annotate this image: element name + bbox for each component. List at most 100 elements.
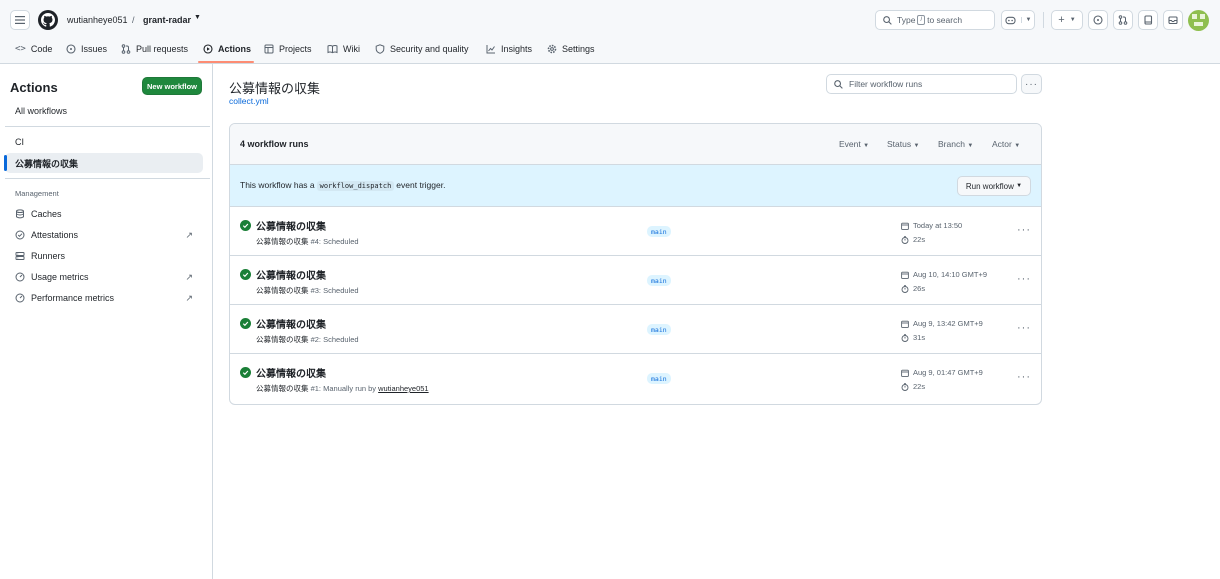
- run-subtitle: 公募情報の収集 #2: Scheduled: [256, 335, 359, 344]
- copilot-button[interactable]: ▼: [1001, 10, 1035, 30]
- repositories-button[interactable]: [1138, 10, 1158, 30]
- branch-badge[interactable]: main: [647, 324, 671, 335]
- tab-code-label: Code: [30, 44, 53, 54]
- issues-button[interactable]: [1088, 10, 1108, 30]
- repo-caret-icon[interactable]: ▼: [194, 14, 201, 21]
- caret-down-icon: ▼: [1014, 143, 1021, 149]
- sidebar-item-performance-metrics[interactable]: Performance metrics ↗: [5, 288, 203, 308]
- run-more-button[interactable]: ···: [1017, 273, 1031, 285]
- tab-security[interactable]: Security and quality: [375, 38, 469, 60]
- new-workflow-button[interactable]: New workflow: [142, 77, 202, 95]
- plus-icon: +: [1058, 14, 1065, 26]
- filter-actor-dropdown[interactable]: Actor ▼: [992, 139, 1020, 149]
- tab-wiki-label: Wiki: [343, 44, 360, 54]
- tab-issues[interactable]: Issues: [66, 38, 107, 60]
- sidebar-item-label: 公募情報の収集: [15, 158, 79, 169]
- sidebar-item-attestations[interactable]: Attestations ↗: [5, 225, 203, 245]
- workflow-run-row[interactable]: 公募情報の収集 公募情報の収集 #3: Scheduled main Aug 1…: [230, 256, 1041, 305]
- caret-down-icon: ▼: [913, 143, 920, 149]
- menu-button[interactable]: [10, 10, 30, 30]
- sidebar-item-ci[interactable]: CI: [5, 132, 203, 152]
- workflow-more-button[interactable]: ···: [1021, 74, 1042, 94]
- sidebar-item-caches[interactable]: Caches: [5, 204, 203, 224]
- run-duration: 22s: [901, 382, 925, 391]
- tab-wiki[interactable]: Wiki: [327, 38, 360, 60]
- sidebar-item-label: Performance metrics: [31, 293, 115, 303]
- code-icon: <>: [15, 44, 26, 54]
- tab-insights[interactable]: Insights: [486, 38, 532, 60]
- workflow-file-link[interactable]: collect.yml: [229, 96, 269, 106]
- tab-projects[interactable]: Projects: [264, 38, 312, 60]
- global-search[interactable]: Type / to search: [875, 10, 995, 30]
- filter-placeholder: Filter workflow runs: [849, 79, 923, 89]
- workflow-run-row[interactable]: 公募情報の収集 公募情報の収集 #4: Scheduled main Today…: [230, 207, 1041, 256]
- run-actor-link[interactable]: wutianheye051: [378, 384, 428, 393]
- run-title[interactable]: 公募情報の収集: [256, 316, 326, 331]
- dispatch-notice: This workflow has a workflow_dispatch even…: [230, 165, 1041, 207]
- copilot-icon: [1004, 16, 1016, 24]
- stopwatch-icon: [901, 333, 909, 342]
- run-title[interactable]: 公募情報の収集: [256, 218, 326, 233]
- breadcrumb-separator: /: [132, 15, 135, 25]
- check-circle-fill-icon: [240, 318, 251, 329]
- breadcrumb-repo[interactable]: grant-radar: [143, 15, 191, 25]
- sidebar-item-label: Attestations: [31, 230, 79, 240]
- caret-down-icon: ▼: [863, 143, 870, 149]
- inbox-button[interactable]: [1163, 10, 1183, 30]
- filter-branch-dropdown[interactable]: Branch ▼: [938, 139, 973, 149]
- repo-icon: [1144, 15, 1153, 25]
- tab-insights-label: Insights: [501, 44, 533, 54]
- branch-badge[interactable]: main: [647, 275, 671, 286]
- run-title[interactable]: 公募情報の収集: [256, 267, 326, 282]
- run-title[interactable]: 公募情報の収集: [256, 365, 326, 380]
- github-logo-icon[interactable]: [38, 10, 58, 30]
- tab-actions[interactable]: Actions: [203, 38, 251, 60]
- filter-workflow-runs-input[interactable]: Filter workflow runs: [826, 74, 1017, 94]
- run-more-button[interactable]: ···: [1017, 371, 1031, 383]
- user-avatar[interactable]: [1188, 10, 1209, 31]
- sidebar-item-selected-workflow[interactable]: 公募情報の収集: [4, 153, 203, 173]
- run-more-button[interactable]: ···: [1017, 322, 1031, 334]
- filter-event-dropdown[interactable]: Event ▼: [839, 139, 869, 149]
- workflow-run-row[interactable]: 公募情報の収集 公募情報の収集 #2: Scheduled main Aug 9…: [230, 305, 1041, 354]
- branch-badge[interactable]: main: [647, 226, 671, 237]
- run-date: Aug 10, 14:10 GMT+9: [901, 270, 987, 279]
- gear-icon: [547, 44, 557, 54]
- run-workflow-button[interactable]: Run workflow ▼: [957, 176, 1031, 196]
- copilot-caret-icon[interactable]: ▼: [1020, 17, 1031, 23]
- sidebar-item-usage-metrics[interactable]: Usage metrics ↗: [5, 267, 203, 287]
- verified-icon: [15, 230, 25, 240]
- run-subtitle: 公募情報の収集 #1: Manually run by wutianheye05…: [256, 384, 429, 393]
- run-more-button[interactable]: ···: [1017, 224, 1031, 236]
- notice-text: This workflow has a workflow_dispatch even…: [240, 180, 446, 191]
- play-icon: [203, 44, 213, 54]
- workflow-title: 公募情報の収集: [229, 81, 321, 96]
- hamburger-icon: [15, 16, 25, 24]
- run-duration: 26s: [901, 284, 925, 293]
- workflow-run-row[interactable]: 公募情報の収集 公募情報の収集 #1: Manually run by wuti…: [230, 354, 1041, 403]
- sidebar-title: Actions: [10, 80, 58, 95]
- sidebar-item-label: Caches: [31, 209, 62, 219]
- sidebar-item-all-workflows[interactable]: All workflows: [5, 101, 203, 121]
- tab-code[interactable]: <> Code: [15, 38, 52, 60]
- tab-settings[interactable]: Settings: [547, 38, 595, 60]
- stopwatch-icon: [901, 235, 909, 244]
- tab-pull-requests-label: Pull requests: [136, 44, 189, 54]
- run-subtitle: 公募情報の収集 #4: Scheduled: [256, 237, 359, 246]
- inbox-icon: [1168, 16, 1178, 25]
- breadcrumb-owner[interactable]: wutianheye051: [67, 15, 128, 25]
- calendar-icon: [901, 320, 909, 328]
- search-suffix: to search: [927, 15, 963, 25]
- issue-opened-icon: [1093, 15, 1103, 25]
- tab-pull-requests[interactable]: Pull requests: [121, 38, 188, 60]
- sidebar-item-runners[interactable]: Runners: [5, 246, 203, 266]
- sidebar-item-label: Usage metrics: [31, 272, 89, 282]
- filter-status-dropdown[interactable]: Status ▼: [887, 139, 919, 149]
- pull-requests-button[interactable]: [1113, 10, 1133, 30]
- book-icon: [327, 45, 338, 54]
- sidebar-section-management: Management: [15, 189, 59, 198]
- run-subtitle: 公募情報の収集 #3: Scheduled: [256, 286, 359, 295]
- notice-code: workflow_dispatch: [316, 181, 395, 191]
- branch-badge[interactable]: main: [647, 373, 671, 384]
- create-new-button[interactable]: + ▼: [1051, 10, 1083, 30]
